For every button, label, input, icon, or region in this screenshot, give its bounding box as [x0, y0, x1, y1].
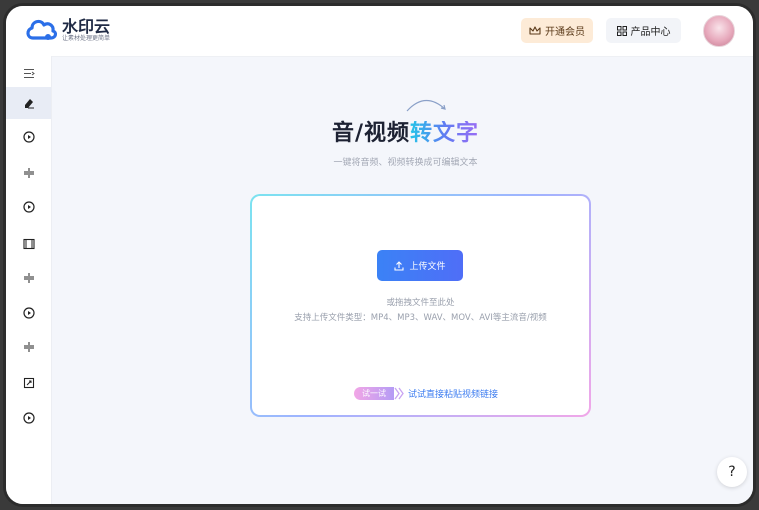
menu-collapse-icon — [23, 68, 35, 79]
paste-video-link[interactable]: 试试直接粘贴视频链接 — [408, 387, 498, 400]
tool-sidebar — [6, 56, 52, 504]
page-subtitle: 一键将音频、视频转换成可编辑文本 — [333, 158, 478, 168]
upload-dropzone[interactable]: 上传文件 或拖拽文件至此处 支持上传文件类型：MP4、MP3、WAV、MOV、A… — [250, 194, 591, 417]
upload-icon — [394, 260, 405, 271]
page-title-part1: 音/视频 — [331, 121, 411, 146]
double-chevron-icon — [394, 387, 404, 400]
crown-icon — [529, 25, 541, 36]
sidebar-item-split-2[interactable] — [6, 262, 51, 294]
page-title-part2: 转文字 — [410, 121, 480, 146]
try-badge: 试一试 — [354, 387, 394, 400]
divide-icon — [23, 341, 35, 353]
vip-button[interactable]: 开通会员 — [521, 18, 593, 43]
sidebar-item-watermark-remove[interactable] — [6, 87, 51, 119]
brand-logo[interactable]: 水印云 让素材处理更简单 — [24, 16, 110, 44]
arc-arrow-icon — [405, 97, 449, 113]
vip-label: 开通会员 — [545, 27, 585, 38]
divide-icon — [23, 272, 35, 284]
sidebar-item-film[interactable] — [6, 228, 51, 260]
film-icon — [22, 238, 35, 250]
help-button[interactable]: ? — [717, 457, 747, 487]
crop-icon — [23, 377, 35, 389]
sidebar-item-video-2[interactable] — [6, 191, 51, 223]
sidebar-item-video-1[interactable] — [6, 121, 51, 153]
brand-tagline: 让素材处理更简单 — [62, 34, 111, 42]
sidebar-item-video-3[interactable] — [6, 297, 51, 329]
sidebar-item-video-4[interactable] — [6, 402, 51, 434]
page-title: 音/视频转文字 — [52, 115, 753, 147]
sidebar-item-crop[interactable] — [6, 367, 51, 399]
top-header: 水印云 让素材处理更简单 开通会员 产品中心 — [6, 6, 753, 57]
sidebar-item-split-3[interactable] — [6, 331, 51, 363]
eraser-icon — [23, 97, 35, 109]
paste-link-row[interactable]: 试一试 试试直接粘贴视频链接 — [354, 387, 498, 400]
app-window: 水印云 让素材处理更简单 开通会员 产品中心 音/视频转文字 一键将音频、视频转… — [3, 3, 756, 507]
brand-name: 水印云 — [62, 16, 111, 36]
main-content: 音/视频转文字 一键将音频、视频转换成可编辑文本 上传文件 或拖拽文件至此处 支… — [52, 57, 753, 504]
cloud-logo-icon — [24, 16, 58, 44]
supported-types: 支持上传文件类型：MP4、MP3、WAV、MOV、AVI等主流音/视频 — [294, 313, 547, 323]
play-badge-icon — [22, 131, 35, 143]
user-avatar[interactable] — [703, 15, 735, 47]
product-center-label: 产品中心 — [630, 27, 671, 38]
grid-icon — [616, 25, 627, 36]
drop-hint: 或拖拽文件至此处 — [386, 298, 455, 308]
upload-file-label: 上传文件 — [409, 262, 446, 272]
play-badge-icon — [22, 412, 35, 424]
play-badge-icon — [22, 201, 35, 213]
sidebar-collapse-toggle[interactable] — [6, 57, 51, 89]
product-center-button[interactable]: 产品中心 — [606, 18, 681, 43]
divide-icon — [23, 167, 35, 179]
upload-file-button[interactable]: 上传文件 — [377, 250, 463, 281]
sidebar-item-split-1[interactable] — [6, 157, 51, 189]
play-badge-icon — [22, 307, 35, 319]
